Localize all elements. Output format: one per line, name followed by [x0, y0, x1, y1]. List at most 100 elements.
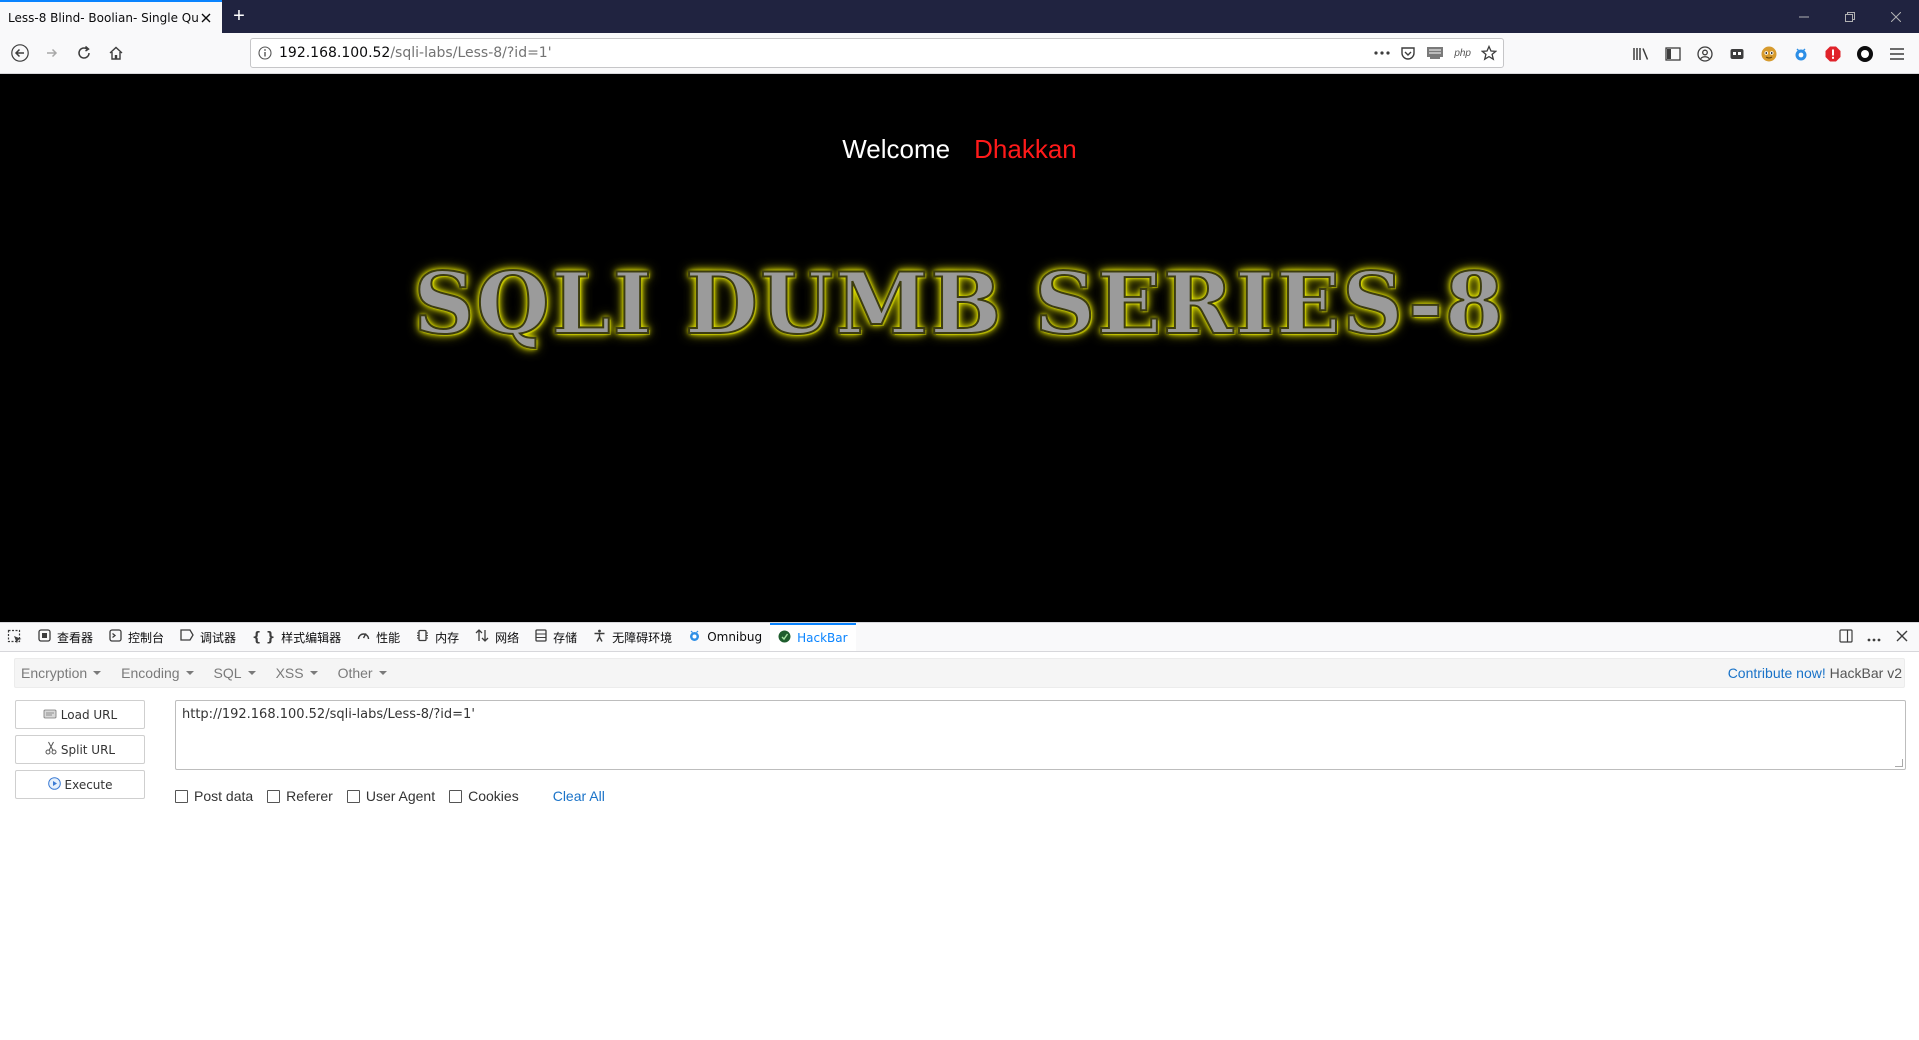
browser-tab-active[interactable]: Less-8 Blind- Boolian- Single Qu [0, 0, 222, 33]
devtools-more-icon[interactable] [1863, 629, 1885, 645]
tab-memory-label: 内存 [435, 630, 460, 645]
sidebar-icon[interactable] [1657, 38, 1689, 70]
menu-other[interactable]: Other [338, 665, 387, 681]
user-agent-checkbox[interactable] [346, 789, 360, 803]
restore-icon[interactable] [1827, 0, 1873, 33]
adblock-icon[interactable] [1817, 38, 1849, 70]
window-controls [1781, 0, 1919, 33]
memory-icon [416, 629, 429, 646]
url-host: 192.168.100.52 [279, 45, 391, 61]
menu-encoding[interactable]: Encoding [121, 665, 194, 681]
url-text[interactable]: 192.168.100.52/sqli-labs/Less-8/?id=1' [279, 45, 552, 61]
cookies-checkbox[interactable] [449, 789, 463, 803]
bookmark-star-icon[interactable] [1481, 45, 1497, 61]
tab-performance-label: 性能 [376, 630, 401, 645]
welcome-line: Welcome Dhakkan [0, 134, 1919, 165]
load-url-label: Load URL [60, 707, 118, 722]
split-url-button[interactable]: Split URL [15, 735, 145, 764]
site-info-icon[interactable] [251, 46, 279, 60]
cookies-label: Cookies [468, 788, 519, 804]
menu-sql-label: SQL [213, 665, 242, 681]
style-editor-icon: { } [252, 629, 276, 645]
tab-storage-label: 存储 [553, 630, 578, 645]
tab-console[interactable]: 控制台 [101, 623, 172, 651]
php-extension-icon[interactable]: php [1454, 48, 1471, 59]
tab-style-editor[interactable]: { } 样式编辑器 [244, 623, 349, 651]
execute-label: Execute [64, 777, 113, 792]
devtools-close-icon[interactable] [1891, 629, 1913, 645]
resize-grip-icon[interactable] [1895, 759, 1903, 767]
containers-icon[interactable] [1721, 38, 1753, 70]
tab-inspector-label: 查看器 [57, 630, 94, 645]
chevron-down-icon [185, 671, 194, 675]
url-path: /sqli-labs/Less-8/?id=1' [390, 45, 552, 61]
tab-omnibug[interactable]: Omnibug [680, 623, 770, 651]
close-tab-icon[interactable] [198, 10, 214, 26]
hackbar-url-textarea[interactable]: http://192.168.100.52/sqli-labs/Less-8/?… [175, 700, 1906, 770]
address-bar-actions: php [1374, 39, 1497, 67]
menu-hamburger-icon[interactable] [1881, 38, 1913, 70]
post-data-checkbox[interactable] [175, 789, 188, 803]
tab-memory[interactable]: 内存 [408, 623, 467, 651]
chevron-down-icon [378, 671, 387, 675]
back-button[interactable] [4, 37, 36, 69]
minimize-icon[interactable] [1781, 0, 1827, 33]
forward-button[interactable] [36, 37, 68, 69]
tab-accessibility-label: 无障碍环境 [612, 630, 673, 645]
option-user-agent[interactable]: User Agent [346, 788, 436, 804]
library-icon[interactable] [1625, 38, 1657, 70]
address-bar[interactable]: 192.168.100.52/sqli-labs/Less-8/?id=1' p… [250, 38, 1504, 68]
menu-other-label: Other [337, 665, 373, 681]
option-cookies[interactable]: Cookies [449, 788, 519, 804]
home-icon [109, 46, 123, 60]
performance-icon [357, 629, 370, 646]
menu-sql[interactable]: SQL [214, 665, 256, 681]
option-referer[interactable]: Referer [267, 788, 333, 804]
menu-encoding-label: Encoding [121, 665, 180, 681]
tab-network[interactable]: 网络 [467, 623, 527, 651]
tab-debugger[interactable]: 调试器 [172, 623, 244, 651]
tab-hackbar[interactable]: HackBar [770, 623, 856, 651]
execute-button[interactable]: Execute [15, 770, 145, 799]
reload-icon [78, 45, 90, 59]
option-post-data[interactable]: Post data [175, 788, 253, 804]
tab-accessibility[interactable]: 无障碍环境 [585, 623, 680, 651]
tab-performance[interactable]: 性能 [349, 623, 408, 651]
page-actions-icon[interactable] [1374, 51, 1390, 55]
pocket-icon[interactable] [1400, 45, 1416, 61]
welcome-label: Welcome [842, 134, 951, 164]
clear-all-link[interactable]: Clear All [553, 788, 605, 804]
chevron-down-icon [309, 671, 318, 675]
extension-circle-icon[interactable] [1849, 38, 1881, 70]
contribute-link[interactable]: Contribute now! [1728, 665, 1826, 681]
tab-debugger-label: 调试器 [200, 630, 237, 645]
devtools-panel: 查看器 控制台 调试器 { } 样式编辑器 性能 内存 网络 存储 无障碍环境 … [0, 622, 1919, 1040]
omnibug-toolbar-icon[interactable] [1785, 38, 1817, 70]
user-agent-label: User Agent [365, 788, 436, 804]
reload-button[interactable] [68, 37, 100, 69]
menu-xss[interactable]: XSS [276, 665, 318, 681]
tab-inspector[interactable]: 查看器 [30, 623, 101, 651]
element-picker-icon[interactable] [0, 623, 30, 651]
menu-xss-label: XSS [275, 665, 304, 681]
menu-encryption[interactable]: Encryption [21, 665, 102, 681]
console-icon [109, 628, 122, 646]
new-tab-button[interactable]: + [222, 0, 256, 33]
navigation-toolbar: 192.168.100.52/sqli-labs/Less-8/?id=1' p… [0, 33, 1919, 74]
tab-network-label: 网络 [495, 630, 520, 645]
reader-view-icon[interactable] [1426, 46, 1444, 60]
home-button[interactable] [100, 37, 132, 69]
close-window-icon[interactable] [1873, 0, 1919, 33]
accessibility-icon [593, 629, 606, 646]
debugger-icon [180, 629, 194, 645]
tab-storage[interactable]: 存储 [527, 623, 585, 651]
load-url-button[interactable]: Load URL [15, 700, 145, 729]
dock-side-icon[interactable] [1835, 628, 1857, 646]
tampermonkey-icon[interactable] [1753, 38, 1785, 70]
load-url-icon [43, 707, 57, 722]
play-icon [47, 776, 61, 793]
post-data-label: Post data [194, 788, 254, 804]
referer-checkbox[interactable] [267, 789, 281, 803]
hackbar-options: Post data Referer User Agent Cookies Cle… [175, 786, 605, 806]
account-icon[interactable] [1689, 38, 1721, 70]
